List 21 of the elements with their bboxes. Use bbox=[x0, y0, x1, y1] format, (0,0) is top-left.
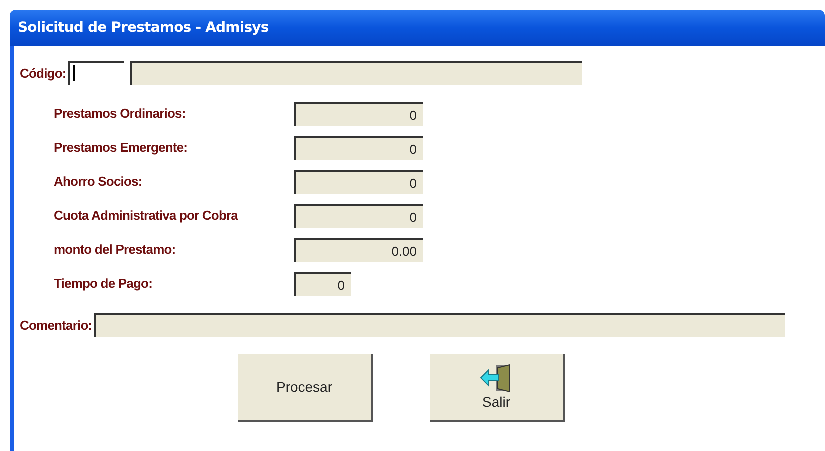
text-cursor bbox=[73, 65, 76, 81]
number-field[interactable]: 0 bbox=[294, 102, 423, 126]
number-field[interactable]: 0 bbox=[294, 272, 351, 296]
field-label: Prestamos Ordinarios: bbox=[54, 105, 187, 123]
field-label: Prestamos Emergente: bbox=[54, 139, 189, 157]
field-label: Cuota Administrativa por Cobra bbox=[54, 207, 240, 225]
door-arrow-icon bbox=[480, 364, 514, 394]
number-field[interactable]: 0 bbox=[294, 204, 423, 228]
field-label: Código: bbox=[20, 66, 66, 80]
field-label: Comentario: bbox=[20, 318, 92, 332]
exit-button[interactable]: Salir bbox=[430, 354, 565, 422]
comment-field[interactable] bbox=[94, 313, 786, 337]
number-field[interactable]: 0 bbox=[294, 136, 423, 160]
field-label: Ahorro Socios: bbox=[54, 173, 144, 191]
number-field[interactable]: 0 bbox=[294, 170, 423, 194]
description-field[interactable] bbox=[130, 61, 582, 85]
window-title: Solicitud de Prestamos - Admisys bbox=[18, 20, 269, 36]
field-label: Tiempo de Pago: bbox=[54, 275, 154, 293]
field-label: monto del Prestamo: bbox=[54, 241, 177, 259]
process-button[interactable]: Procesar bbox=[238, 354, 373, 422]
number-field[interactable]: 0.00 bbox=[294, 238, 423, 262]
